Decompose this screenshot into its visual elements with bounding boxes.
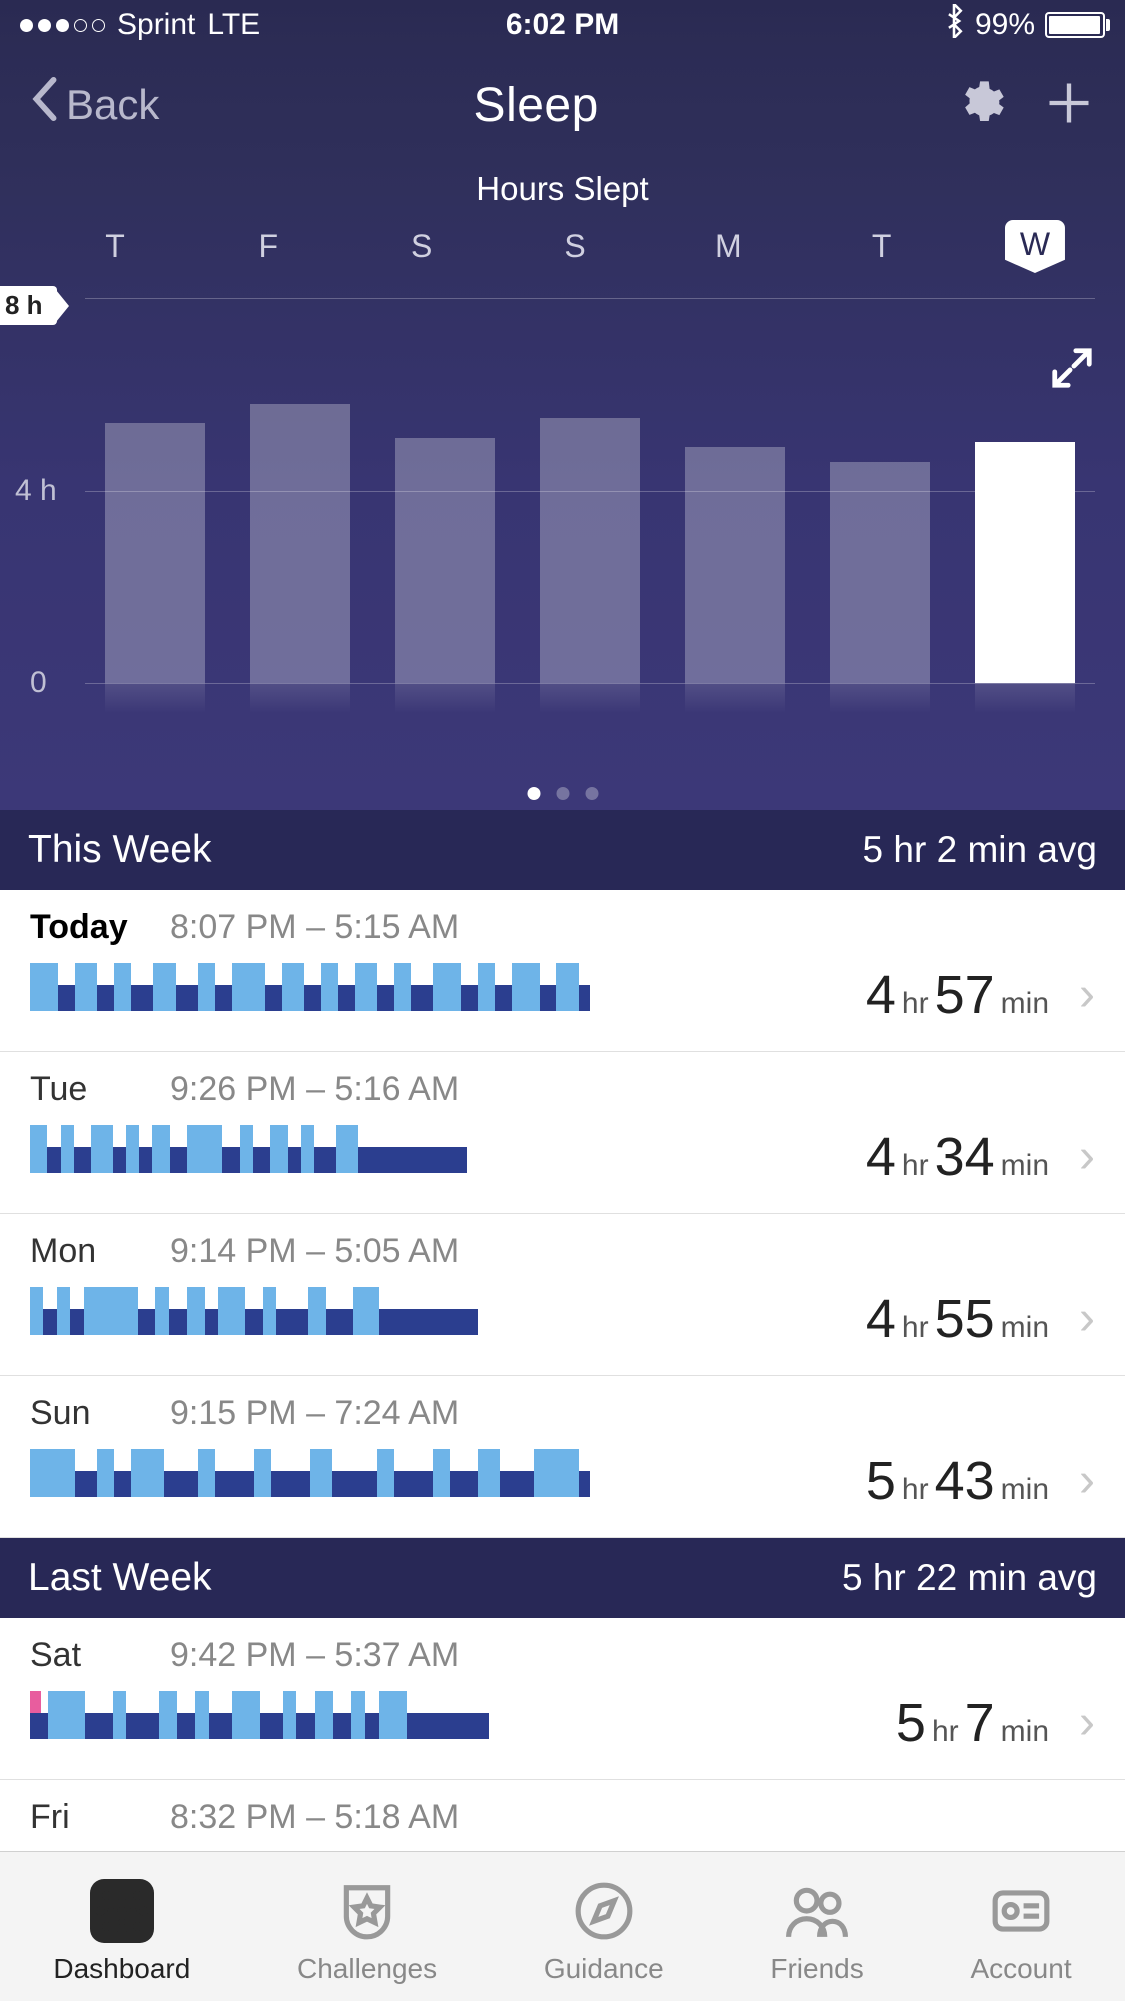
section-header: This Week 5 hr 2 min avg [0,810,1125,890]
page-indicator[interactable] [527,787,598,800]
dashboard-icon [90,1879,154,1943]
tab-label: Friends [770,1953,863,1985]
network-label: LTE [207,8,260,42]
section-avg: 5 hr 2 min avg [863,829,1097,871]
sleep-day-label: Mon [30,1232,125,1271]
sleep-pattern-graph [30,1125,590,1173]
nav-header: Back Sleep [0,50,1125,160]
tab-friends[interactable]: Friends [770,1877,863,1985]
sleep-time-range: 9:14 PM – 5:05 AM [170,1232,459,1271]
sleep-time-range: 8:07 PM – 5:15 AM [170,908,459,947]
sleep-row[interactable]: Sun 9:15 PM – 7:24 AM 5hr 43min › [0,1376,1125,1538]
friends-icon [783,1877,851,1945]
battery-icon [1045,12,1105,38]
tab-label: Challenges [297,1953,437,1985]
section-title: This Week [28,828,212,872]
chart-y-tick: 0 [30,666,47,700]
sleep-row[interactable]: Tue 9:26 PM – 5:16 AM 4hr 34min › [0,1052,1125,1214]
sleep-duration: 5hr 7min [896,1692,1049,1754]
tab-challenges[interactable]: Challenges [297,1877,437,1985]
chevron-right-icon: › [1079,967,1095,1022]
status-time: 6:02 PM [506,8,619,42]
battery-percent: 99% [975,8,1035,42]
page-title: Sleep [119,78,953,133]
chart-bar[interactable] [105,423,205,683]
sleep-day-label: Tue [30,1070,125,1109]
sleep-time-range: 9:42 PM – 5:37 AM [170,1636,459,1675]
chart-day-label[interactable]: S [392,228,452,265]
sleep-time-range: 8:32 PM – 5:18 AM [170,1798,459,1837]
sleep-pattern-graph [30,1449,590,1497]
sleep-duration: 4hr 34min [866,1126,1049,1188]
sleep-row[interactable]: Sat 9:42 PM – 5:37 AM 5hr 7min › [0,1618,1125,1780]
chart-bar[interactable] [830,462,930,683]
chevron-right-icon: › [1079,1453,1095,1508]
account-icon [987,1877,1055,1945]
sleep-time-range: 9:15 PM – 7:24 AM [170,1394,459,1433]
signal-strength-icon [20,19,105,32]
chart-bar[interactable] [540,418,640,683]
chart-bar[interactable] [975,442,1075,683]
chart-bar[interactable] [250,404,350,683]
sleep-day-label: Sun [30,1394,125,1433]
chevron-left-icon [30,76,58,134]
chart-day-label[interactable]: W [1005,220,1065,273]
tab-dashboard[interactable]: Dashboard [53,1877,190,1985]
sleep-pattern-graph [30,963,590,1011]
chevron-right-icon: › [1079,1695,1095,1750]
gear-icon[interactable] [953,77,1005,134]
sleep-day-label: Fri [30,1798,125,1837]
chart-title: Hours Slept [0,170,1125,208]
tab-account[interactable]: Account [970,1877,1071,1985]
tab-label: Guidance [544,1953,664,1985]
section-header: Last Week 5 hr 22 min avg [0,1538,1125,1618]
sleep-row[interactable]: Mon 9:14 PM – 5:05 AM 4hr 55min › [0,1214,1125,1376]
chart-y-tick: 4 h [15,474,57,508]
sleep-pattern-graph [30,1691,590,1739]
chart-bar[interactable] [685,447,785,683]
compass-icon [570,1877,638,1945]
tab-label: Dashboard [53,1953,190,1985]
sleep-time-range: 9:26 PM – 5:16 AM [170,1070,459,1109]
tab-bar: Dashboard Challenges Guidance Friends Ac… [0,1851,1125,2001]
sleep-row[interactable]: Today 8:07 PM – 5:15 AM 4hr 57min › [0,890,1125,1052]
chart-day-label[interactable]: S [545,228,605,265]
bluetooth-icon [943,4,965,46]
tab-guidance[interactable]: Guidance [544,1877,664,1985]
sleep-pattern-graph [30,1287,590,1335]
sleep-chart: Hours Slept T F S S M T W 8 h 4 h 0 [0,160,1125,810]
sleep-day-label: Sat [30,1636,125,1675]
chart-day-label[interactable]: M [698,228,758,265]
sleep-duration: 4hr 55min [866,1288,1049,1350]
star-badge-icon [333,1877,401,1945]
chart-day-label[interactable]: T [85,228,145,265]
sleep-duration: 4hr 57min [866,964,1049,1026]
goal-badge: 8 h [0,286,57,325]
carrier-label: Sprint [117,8,195,42]
chart-bar[interactable] [395,438,495,683]
section-avg: 5 hr 22 min avg [842,1557,1097,1599]
tab-label: Account [970,1953,1071,1985]
chart-day-label[interactable]: F [238,228,298,265]
chart-day-label[interactable]: T [852,228,912,265]
chevron-right-icon: › [1079,1129,1095,1184]
status-bar: Sprint LTE 6:02 PM 99% [0,0,1125,50]
chevron-right-icon: › [1079,1291,1095,1346]
sleep-day-label: Today [30,908,125,947]
sleep-duration: 5hr 43min [866,1450,1049,1512]
plus-icon[interactable] [1043,77,1095,134]
section-title: Last Week [28,1556,212,1600]
